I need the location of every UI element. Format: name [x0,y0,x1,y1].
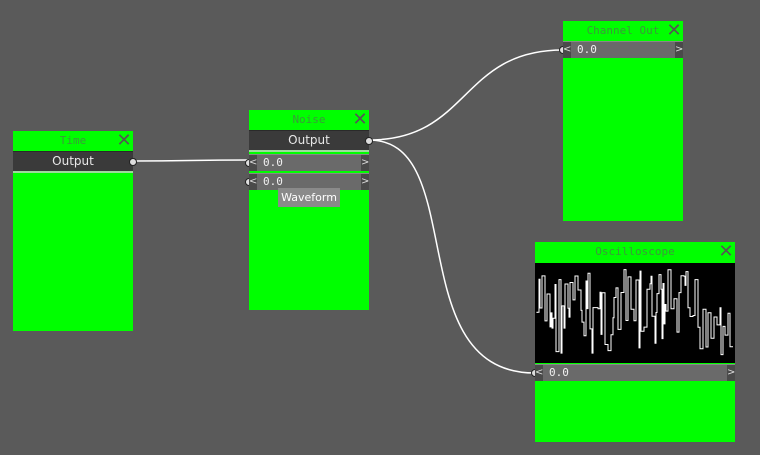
field-value: 0.0 [577,43,597,56]
oscilloscope-display [535,263,735,363]
input-field-1[interactable]: < 0.0 > [245,154,369,171]
node-title: Channel Out [563,21,683,41]
node-title: Time [13,131,133,151]
wire-time-to-noise [133,159,250,162]
chevron-left-icon[interactable]: < [563,42,571,58]
node-title: Oscilloscope [535,242,735,262]
chevron-left-icon[interactable]: < [249,174,257,190]
chevron-left-icon[interactable]: < [249,155,257,171]
close-icon[interactable]: ✕ [352,111,368,129]
output-label: Output [52,154,94,168]
time-node[interactable]: Time ✕ Output [13,131,137,331]
field-value: 0.0 [549,366,569,379]
channel-out-node[interactable]: Channel Out ✕ < 0.0 > [559,21,683,221]
node-title: Noise [249,110,369,130]
output-label: Output [288,133,330,147]
input-field[interactable]: < 0.0 > [531,364,735,381]
chevron-right-icon[interactable]: > [361,155,369,171]
wire-noise-to-channel-out [368,49,564,141]
wire-noise-to-oscilloscope [368,139,536,374]
chevron-left-icon[interactable]: < [535,365,543,381]
output-port-row: Output [13,151,137,173]
noise-node[interactable]: Noise ✕ Output < 0.0 > < 0.0 > Waveform [245,110,373,310]
output-port[interactable] [129,158,137,166]
oscilloscope-node[interactable]: Oscilloscope ✕ < 0.0 > [531,242,735,442]
waveform-button[interactable]: Waveform [278,188,340,207]
close-icon[interactable]: ✕ [718,243,734,261]
input-field[interactable]: < 0.0 > [559,41,683,58]
close-icon[interactable]: ✕ [666,22,682,40]
waveform-trace [536,269,733,356]
chevron-right-icon[interactable]: > [727,365,735,381]
field-value: 0.0 [263,156,283,169]
chevron-right-icon[interactable]: > [361,174,369,190]
chevron-right-icon[interactable]: > [675,42,683,58]
output-port[interactable] [365,137,373,145]
waveform-line [536,269,733,356]
close-icon[interactable]: ✕ [116,132,132,150]
output-port-row: Output [249,130,373,152]
